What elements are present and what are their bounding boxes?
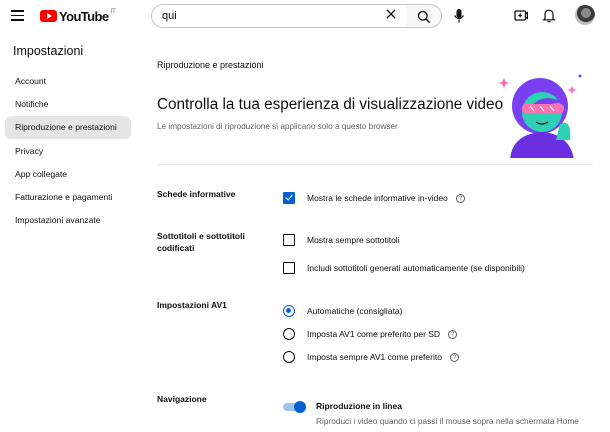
- subtitles-option-auto[interactable]: Includi sottotitoli generati automaticam…: [283, 261, 525, 275]
- av1-title: Impostazioni AV1: [157, 300, 227, 310]
- subtitles-always-checkbox[interactable]: [283, 234, 295, 246]
- logo-text: YouTube: [59, 8, 109, 24]
- subtitles-option-always[interactable]: Mostra sempre sottotitoli: [283, 233, 400, 247]
- mic-icon[interactable]: [450, 6, 468, 26]
- sidebar-item-notifiche[interactable]: Notifiche: [5, 93, 131, 116]
- menu-icon[interactable]: [11, 9, 25, 21]
- inline-playback-toggle[interactable]: [283, 401, 306, 413]
- search-input[interactable]: qui: [151, 4, 407, 28]
- help-icon[interactable]: ?: [448, 329, 458, 339]
- search-button[interactable]: [406, 4, 442, 28]
- sidebar-item-app-collegate[interactable]: App collegate: [5, 163, 131, 186]
- settings-main: Riproduzione e prestazioni Controlla la …: [140, 32, 610, 432]
- sidebar-title: Impostazioni: [13, 44, 84, 58]
- subtitles-always-label: Mostra sempre sottotitoli: [307, 235, 400, 245]
- sidebar-item-impostazioni-avanzate[interactable]: Impostazioni avanzate: [5, 209, 131, 232]
- create-icon[interactable]: [514, 9, 528, 22]
- navigation-title: Navigazione: [157, 394, 207, 404]
- sidebar-item-privacy[interactable]: Privacy: [5, 140, 131, 163]
- inline-playback-description: Riproduci i video quando ci passi il mou…: [316, 416, 579, 426]
- search-query: qui: [162, 10, 177, 22]
- sidebar-item-riproduzione[interactable]: Riproduzione e prestazioni: [5, 116, 131, 139]
- av1-sd-radio[interactable]: [283, 328, 295, 340]
- top-bar: YouTube IT qui: [0, 0, 610, 32]
- toggle-knob: [294, 401, 306, 413]
- av1-option-auto[interactable]: Automatiche (consigliata): [283, 304, 402, 318]
- youtube-logo[interactable]: YouTube IT: [40, 8, 116, 24]
- cards-option-label: Mostra le schede informative in-video: [307, 193, 448, 203]
- playback-illustration: [498, 74, 582, 158]
- av1-auto-radio[interactable]: [283, 305, 295, 317]
- cards-checkbox[interactable]: [283, 192, 295, 204]
- subtitles-auto-checkbox[interactable]: [283, 262, 295, 274]
- logo-region: IT: [110, 8, 116, 15]
- header-divider: [157, 164, 593, 165]
- youtube-play-icon: [40, 10, 57, 22]
- help-icon[interactable]: ?: [455, 193, 465, 203]
- av1-always-radio[interactable]: [283, 351, 295, 363]
- sidebar-item-account[interactable]: Account: [5, 70, 131, 93]
- clear-icon[interactable]: [385, 8, 397, 20]
- search-icon: [417, 10, 431, 24]
- page-subtitle: Le impostazioni di riproduzione si appli…: [157, 122, 398, 131]
- sidebar: Impostazioni Account Notifiche Riproduzi…: [0, 32, 140, 432]
- sidebar-item-fatturazione[interactable]: Fatturazione e pagamenti: [5, 186, 131, 209]
- help-icon[interactable]: ?: [449, 352, 459, 362]
- cards-option[interactable]: Mostra le schede informative in-video ?: [283, 191, 465, 205]
- av1-option-sd[interactable]: Imposta AV1 come preferito per SD ?: [283, 327, 458, 341]
- cards-title: Schede informative: [157, 189, 236, 199]
- av1-sd-label: Imposta AV1 come preferito per SD: [307, 329, 441, 339]
- av1-auto-label: Automatiche (consigliata): [307, 306, 403, 316]
- bell-icon[interactable]: [542, 8, 556, 23]
- subtitles-auto-label: Includi sottotitoli generati automaticam…: [307, 263, 525, 273]
- subtitles-title: Sottotitoli e sottotitoli codificati: [157, 231, 245, 253]
- section-label: Riproduzione e prestazioni: [157, 60, 264, 70]
- av1-option-always[interactable]: Imposta sempre AV1 come preferito ?: [283, 350, 459, 364]
- page-title: Controlla la tua esperienza di visualizz…: [157, 96, 504, 113]
- avatar[interactable]: [575, 5, 595, 25]
- page: YouTube IT qui Impostazioni Account Noti…: [0, 0, 610, 432]
- inline-playback-title: Riproduzione in linea: [316, 401, 402, 411]
- av1-always-label: Imposta sempre AV1 come preferito: [307, 352, 442, 362]
